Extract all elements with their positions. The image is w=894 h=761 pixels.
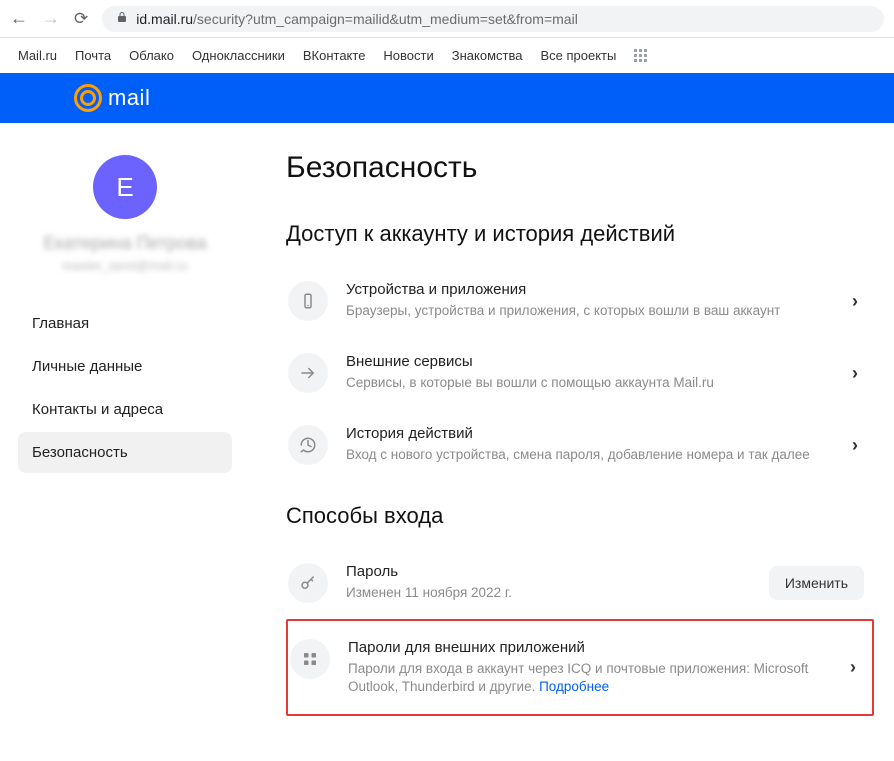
row-history-sub: Вход с нового устройства, смена пароля, … (346, 446, 828, 464)
row-password-title: Пароль (346, 563, 751, 580)
history-icon (288, 425, 328, 465)
highlight-app-passwords: Пароли для внешних приложений Пароли для… (286, 619, 874, 716)
reload-button[interactable]: ⟳ (74, 9, 88, 29)
sidebar-item-contacts[interactable]: Контакты и адреса (18, 389, 232, 430)
browser-toolbar: ← → ⟳ id.mail.ru/security?utm_campaign=m… (0, 0, 894, 38)
chevron-right-icon: › (846, 435, 864, 456)
sidebar-item-security[interactable]: Безопасность (18, 432, 232, 473)
portal-topbar: Mail.ru Почта Облако Одноклассники ВКонт… (0, 38, 894, 73)
topbar-link-mail[interactable]: Почта (75, 48, 111, 63)
chevron-right-icon: › (846, 363, 864, 384)
topbar-link-mailru[interactable]: Mail.ru (18, 48, 57, 63)
row-external-sub: Сервисы, в которые вы вошли с помощью ак… (346, 374, 828, 392)
section-login-heading: Способы входа (286, 503, 874, 529)
apps-grid-icon[interactable] (634, 49, 648, 63)
sidebar-item-main[interactable]: Главная (18, 303, 232, 344)
row-external-title: Внешние сервисы (346, 353, 828, 370)
user-name: Екатерина Петрова (18, 233, 232, 254)
row-password[interactable]: Пароль Изменен 11 ноября 2022 г. Изменит… (286, 547, 874, 619)
sidebar-menu: Главная Личные данные Контакты и адреса … (18, 303, 232, 473)
row-password-sub: Изменен 11 ноября 2022 г. (346, 584, 751, 602)
row-history[interactable]: История действий Вход с нового устройств… (286, 409, 874, 481)
change-password-button[interactable]: Изменить (769, 566, 864, 600)
row-app-passwords-sub: Пароли для входа в аккаунт через ICQ и п… (348, 660, 826, 696)
row-app-passwords[interactable]: Пароли для внешних приложений Пароли для… (288, 623, 872, 712)
topbar-link-all[interactable]: Все проекты (540, 48, 616, 63)
url-text: id.mail.ru/security?utm_campaign=mailid&… (136, 11, 578, 27)
logo-text: mail (108, 85, 150, 111)
brand-header: mail (0, 73, 894, 123)
chevron-right-icon: › (844, 657, 862, 678)
row-devices-title: Устройства и приложения (346, 281, 828, 298)
key-icon (288, 563, 328, 603)
row-devices[interactable]: Устройства и приложения Браузеры, устрой… (286, 265, 874, 337)
grid-icon (290, 639, 330, 679)
main-content: Безопасность Доступ к аккаунту и история… (250, 123, 894, 736)
sidebar-item-personal[interactable]: Личные данные (18, 346, 232, 387)
topbar-link-ok[interactable]: Одноклассники (192, 48, 285, 63)
device-icon (288, 281, 328, 321)
sidebar: Е Екатерина Петрова master_tarot@mail.ru… (0, 123, 250, 736)
row-history-title: История действий (346, 425, 828, 442)
learn-more-link[interactable]: Подробнее (539, 679, 609, 694)
row-devices-sub: Браузеры, устройства и приложения, с кот… (346, 302, 828, 320)
topbar-link-vk[interactable]: ВКонтакте (303, 48, 366, 63)
avatar[interactable]: Е (93, 155, 157, 219)
arrow-right-icon (288, 353, 328, 393)
user-email: master_tarot@mail.ru (18, 258, 232, 273)
section-access-heading: Доступ к аккаунту и история действий (286, 221, 874, 247)
row-app-passwords-title: Пароли для внешних приложений (348, 639, 826, 656)
row-external-services[interactable]: Внешние сервисы Сервисы, в которые вы во… (286, 337, 874, 409)
at-icon (74, 84, 102, 112)
chevron-right-icon: › (846, 291, 864, 312)
back-button[interactable]: ← (10, 8, 28, 29)
topbar-link-news[interactable]: Новости (383, 48, 433, 63)
page-title: Безопасность (286, 151, 874, 185)
topbar-link-cloud[interactable]: Облако (129, 48, 174, 63)
mail-logo[interactable]: mail (74, 84, 150, 112)
topbar-link-dating[interactable]: Знакомства (452, 48, 523, 63)
address-bar[interactable]: id.mail.ru/security?utm_campaign=mailid&… (102, 6, 884, 32)
lock-icon (116, 11, 128, 26)
forward-button[interactable]: → (42, 8, 60, 29)
